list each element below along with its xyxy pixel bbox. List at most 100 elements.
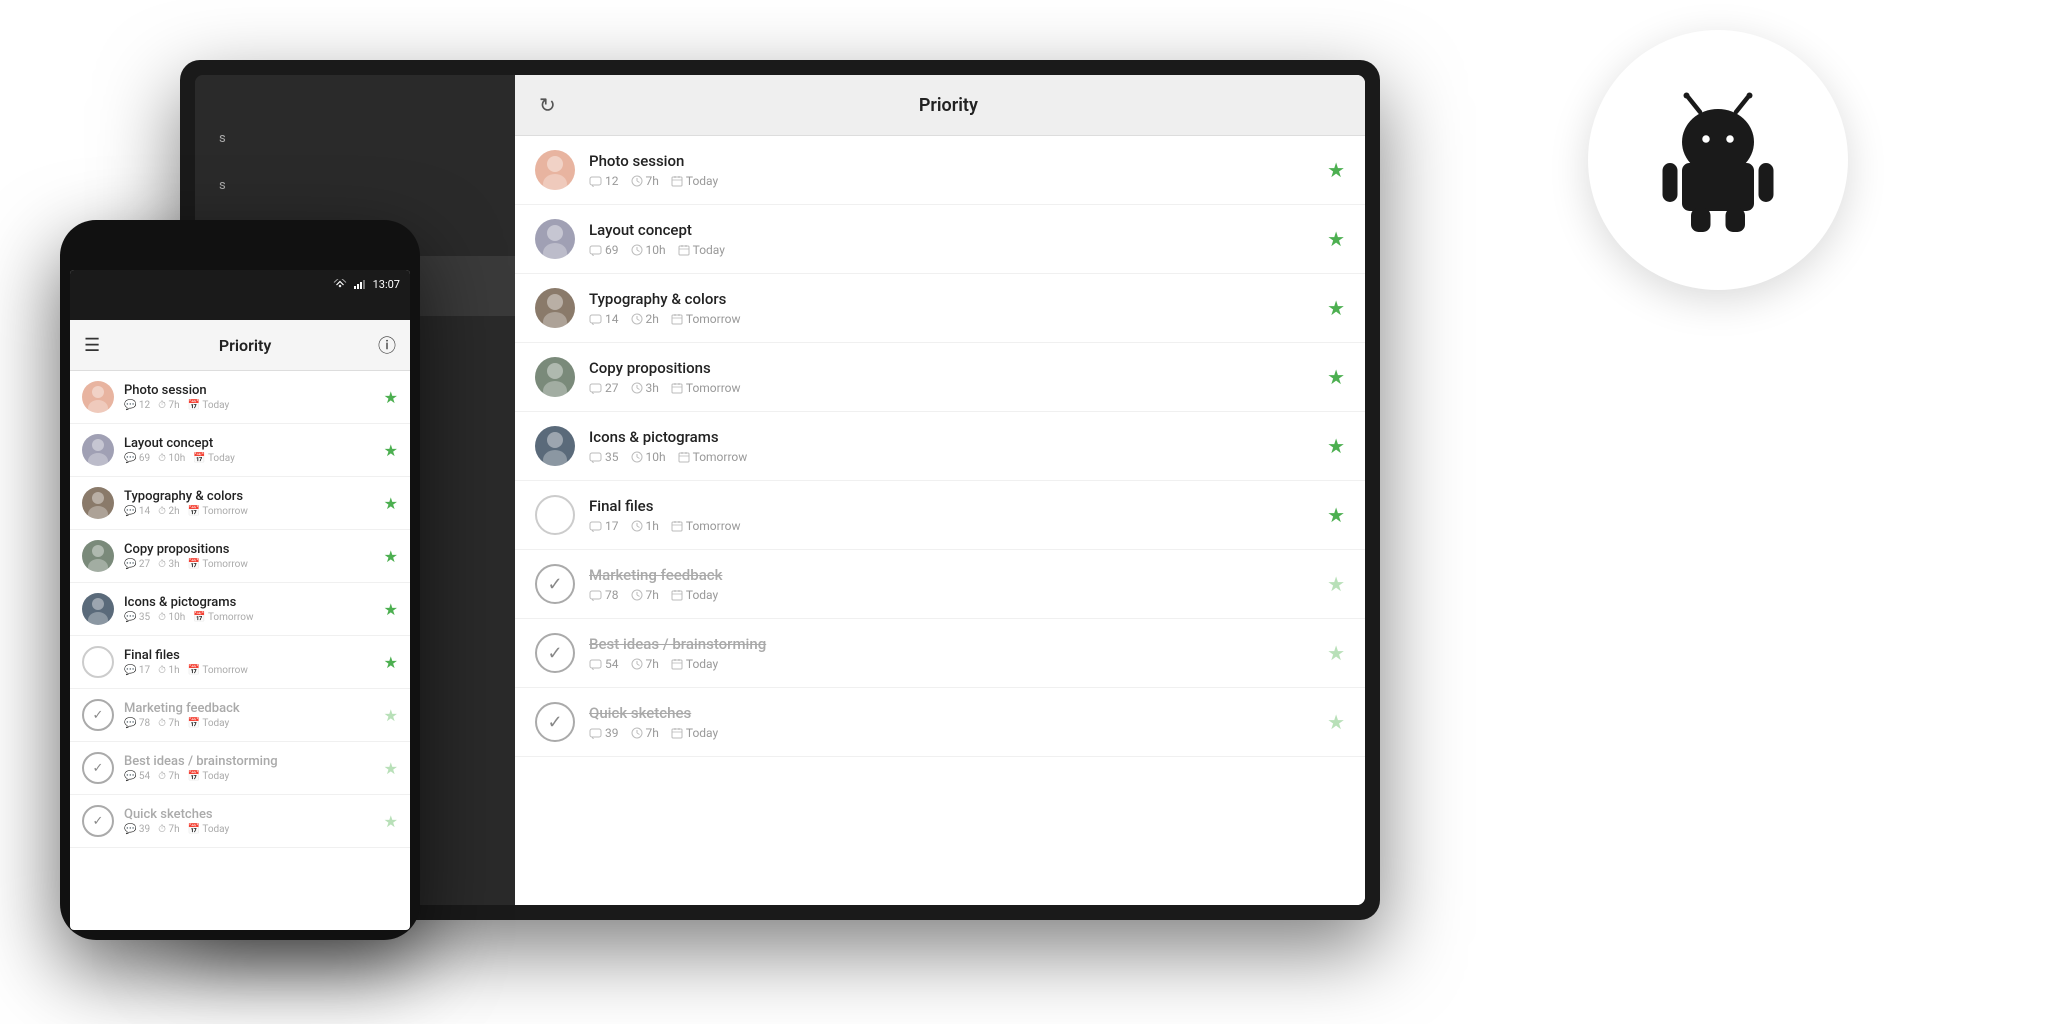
task-time: 10h [631,243,666,257]
task-comments: 39 [589,726,619,740]
phone-task-meta: 💬 54 ⏱ 7h 📅 Today [124,771,374,782]
phone-task-comments: 💬 54 [124,771,150,782]
phone-task-item[interactable]: ✓ Best ideas / brainstorming 💬 54 ⏱ 7h 📅… [70,742,410,795]
phone-task-star[interactable]: ★ [384,600,398,619]
task-star-icon[interactable]: ★ [1327,641,1345,665]
task-due: Today [671,174,718,188]
phone-task-star[interactable]: ★ [384,547,398,566]
main-content: ↻ Priority Photo session [515,75,1365,905]
task-item[interactable]: Copy propositions 27 3h [515,343,1365,412]
refresh-icon[interactable]: ↻ [539,93,556,117]
phone-device: 13:07 ☰ Priority ⓘ Photo session 💬 12 [60,220,420,940]
phone-task-info: Layout concept 💬 69 ⏱ 10h 📅 Today [124,436,374,464]
phone-task-item[interactable]: ✓ Marketing feedback 💬 78 ⏱ 7h 📅 Today ★ [70,689,410,742]
phone-task-list: Photo session 💬 12 ⏱ 7h 📅 Today ★ Layout… [70,371,410,930]
partial-label-1: s [219,131,226,146]
task-star-icon[interactable]: ★ [1327,158,1345,182]
phone-task-info: Icons & pictograms 💬 35 ⏱ 10h 📅 Tomorrow [124,595,374,623]
phone-task-meta: 💬 39 ⏱ 7h 📅 Today [124,824,374,835]
task-due: Today [671,657,718,671]
phone-task-comments: 💬 39 [124,824,150,835]
phone-task-star[interactable]: ★ [384,494,398,513]
task-meta: 78 7h Tod [589,588,1313,602]
task-star-icon[interactable]: ★ [1327,572,1345,596]
phone-task-avatar: ✓ [82,699,114,731]
task-title: Layout concept [589,221,1313,239]
task-item[interactable]: Layout concept 69 10h [515,205,1365,274]
phone-task-comments: 💬 78 [124,718,150,729]
phone-status-bar: 13:07 [70,270,410,298]
task-due: Today [671,726,718,740]
task-item[interactable]: Icons & pictograms 35 10h [515,412,1365,481]
task-title: Copy propositions [589,359,1313,377]
task-info: Copy propositions 27 3h [589,359,1313,395]
task-time: 3h [631,381,659,395]
sidebar-item-partial-2[interactable]: s [195,162,515,209]
phone-task-item[interactable]: Typography & colors 💬 14 ⏱ 2h 📅 Tomorrow… [70,477,410,530]
phone-task-due: 📅 Tomorrow [188,665,248,676]
phone-menu-icon[interactable]: ☰ [84,335,100,356]
phone-task-title: Best ideas / brainstorming [124,754,374,769]
phone-task-star[interactable]: ★ [384,653,398,672]
phone-task-avatar [82,593,114,625]
phone-task-avatar [82,487,114,519]
task-item[interactable]: Photo session 12 7h [515,136,1365,205]
task-info: Marketing feedback 78 7h [589,566,1313,602]
task-item[interactable]: ✓ Marketing feedback 78 7h [515,550,1365,619]
task-item[interactable]: ✓ Best ideas / brainstorming 54 [515,619,1365,688]
phone-task-meta: 💬 12 ⏱ 7h 📅 Today [124,400,374,411]
phone-task-star[interactable]: ★ [384,759,398,778]
phone-task-item[interactable]: Layout concept 💬 69 ⏱ 10h 📅 Today ★ [70,424,410,477]
phone-task-star[interactable]: ★ [384,388,398,407]
phone-task-comments: 💬 17 [124,665,150,676]
phone-task-due: 📅 Today [193,453,235,464]
task-time: 2h [631,312,659,326]
task-meta: 17 1h Tom [589,519,1313,533]
phone-task-item[interactable]: Copy propositions 💬 27 ⏱ 3h 📅 Tomorrow ★ [70,530,410,583]
task-avatar [535,426,575,466]
phone-task-info: Marketing feedback 💬 78 ⏱ 7h 📅 Today [124,701,374,729]
phone-task-time: ⏱ 7h [158,824,179,835]
phone-task-star[interactable]: ★ [384,441,398,460]
task-star-icon[interactable]: ★ [1327,434,1345,458]
task-star-icon[interactable]: ★ [1327,710,1345,734]
task-title: Marketing feedback [589,566,1313,584]
phone-task-comments: 💬 12 [124,400,150,411]
phone-header-title: Priority [112,336,378,355]
phone-task-info: Photo session 💬 12 ⏱ 7h 📅 Today [124,383,374,411]
task-comments: 14 [589,312,619,326]
task-item[interactable]: Typography & colors 14 2h [515,274,1365,343]
phone-task-item[interactable]: Icons & pictograms 💬 35 ⏱ 10h 📅 Tomorrow… [70,583,410,636]
task-title: Quick sketches [589,704,1313,722]
task-meta: 12 7h Tod [589,174,1313,188]
task-item[interactable]: ✓ Quick sketches 39 7h [515,688,1365,757]
task-avatar: ✓ [535,702,575,742]
sidebar-item-partial-1[interactable]: s [195,115,515,162]
phone-info-icon[interactable]: ⓘ [378,332,396,358]
task-avatar [535,357,575,397]
task-meta: 54 7h Tod [589,657,1313,671]
task-meta: 35 10h To [589,450,1313,464]
task-meta: 69 10h To [589,243,1313,257]
phone-task-due: 📅 Today [188,824,230,835]
partial-label-2: s [219,178,226,193]
phone-header: ☰ Priority ⓘ [70,320,410,371]
task-star-icon[interactable]: ★ [1327,503,1345,527]
task-meta: 39 7h Tod [589,726,1313,740]
phone-task-item[interactable]: Photo session 💬 12 ⏱ 7h 📅 Today ★ [70,371,410,424]
phone-task-star[interactable]: ★ [384,706,398,725]
phone-task-title: Copy propositions [124,542,374,557]
phone-task-item[interactable]: ✓ Quick sketches 💬 39 ⏱ 7h 📅 Today ★ [70,795,410,848]
task-item[interactable]: Final files 17 1h [515,481,1365,550]
task-title: Typography & colors [589,290,1313,308]
task-avatar [535,288,575,328]
phone-task-item[interactable]: Final files 💬 17 ⏱ 1h 📅 Tomorrow ★ [70,636,410,689]
task-star-icon[interactable]: ★ [1327,227,1345,251]
task-star-icon[interactable]: ★ [1327,296,1345,320]
task-meta: 27 3h Tom [589,381,1313,395]
phone-task-time: ⏱ 3h [158,559,179,570]
task-comments: 27 [589,381,619,395]
task-info: Typography & colors 14 2h [589,290,1313,326]
task-star-icon[interactable]: ★ [1327,365,1345,389]
phone-task-star[interactable]: ★ [384,812,398,831]
